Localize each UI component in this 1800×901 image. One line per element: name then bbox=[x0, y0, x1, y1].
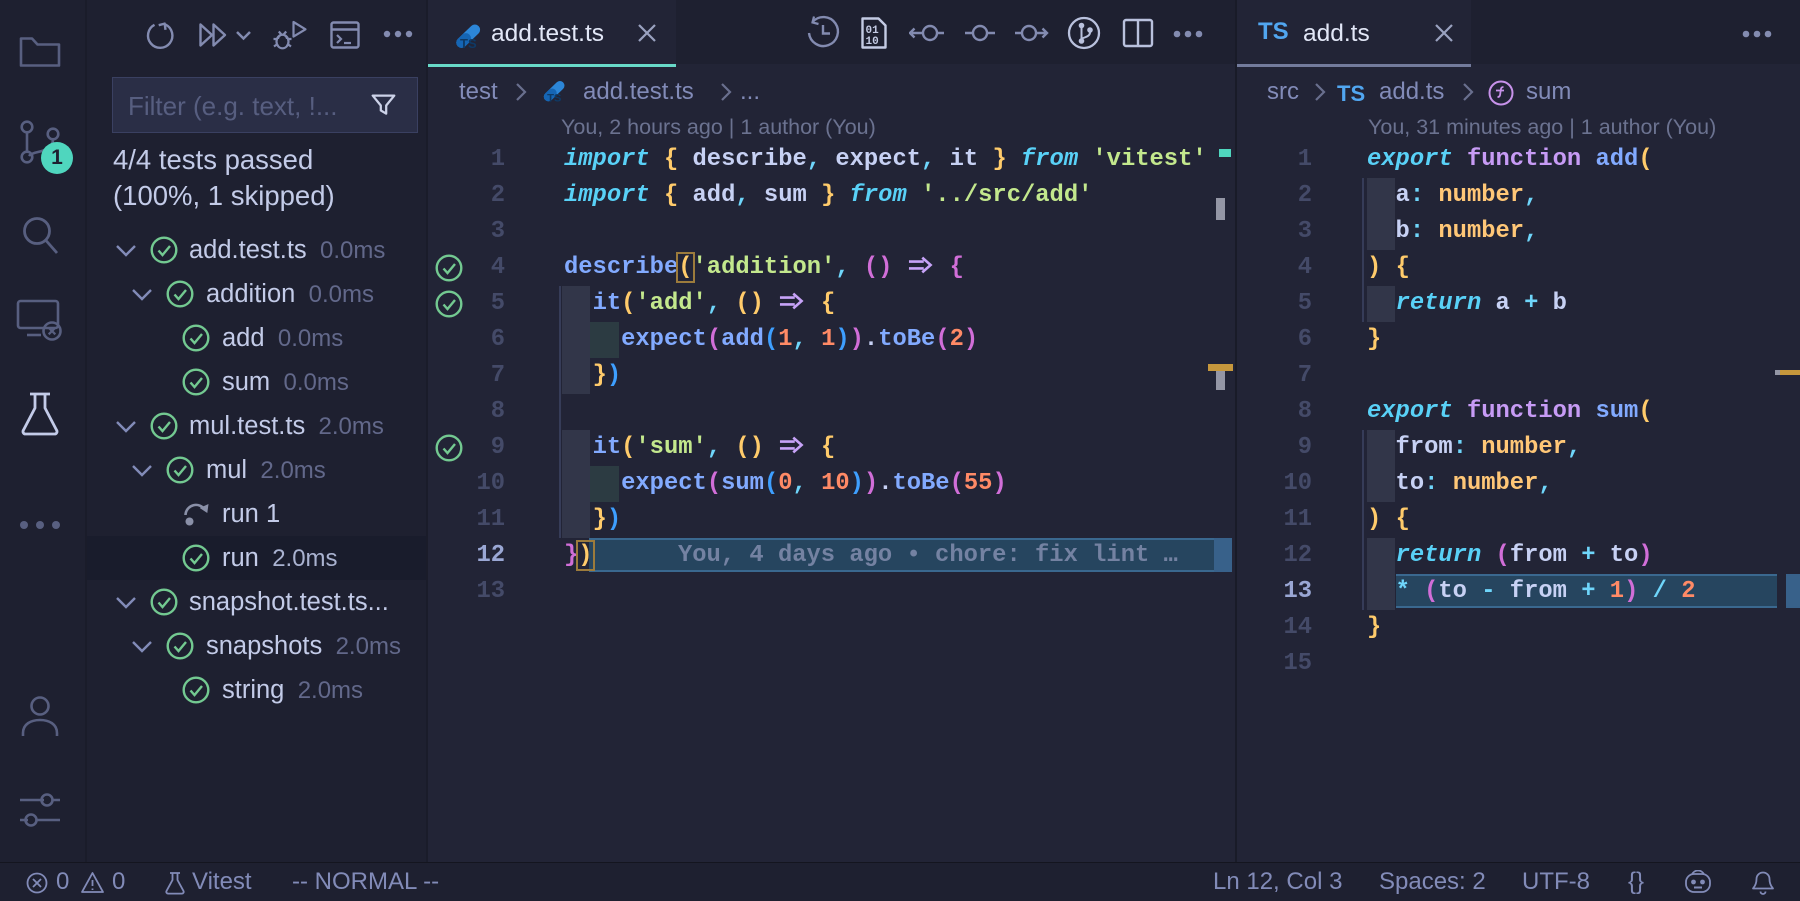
svg-text:10: 10 bbox=[866, 36, 879, 48]
svg-text:TS: TS bbox=[547, 92, 562, 104]
svg-text:TS: TS bbox=[460, 36, 477, 51]
